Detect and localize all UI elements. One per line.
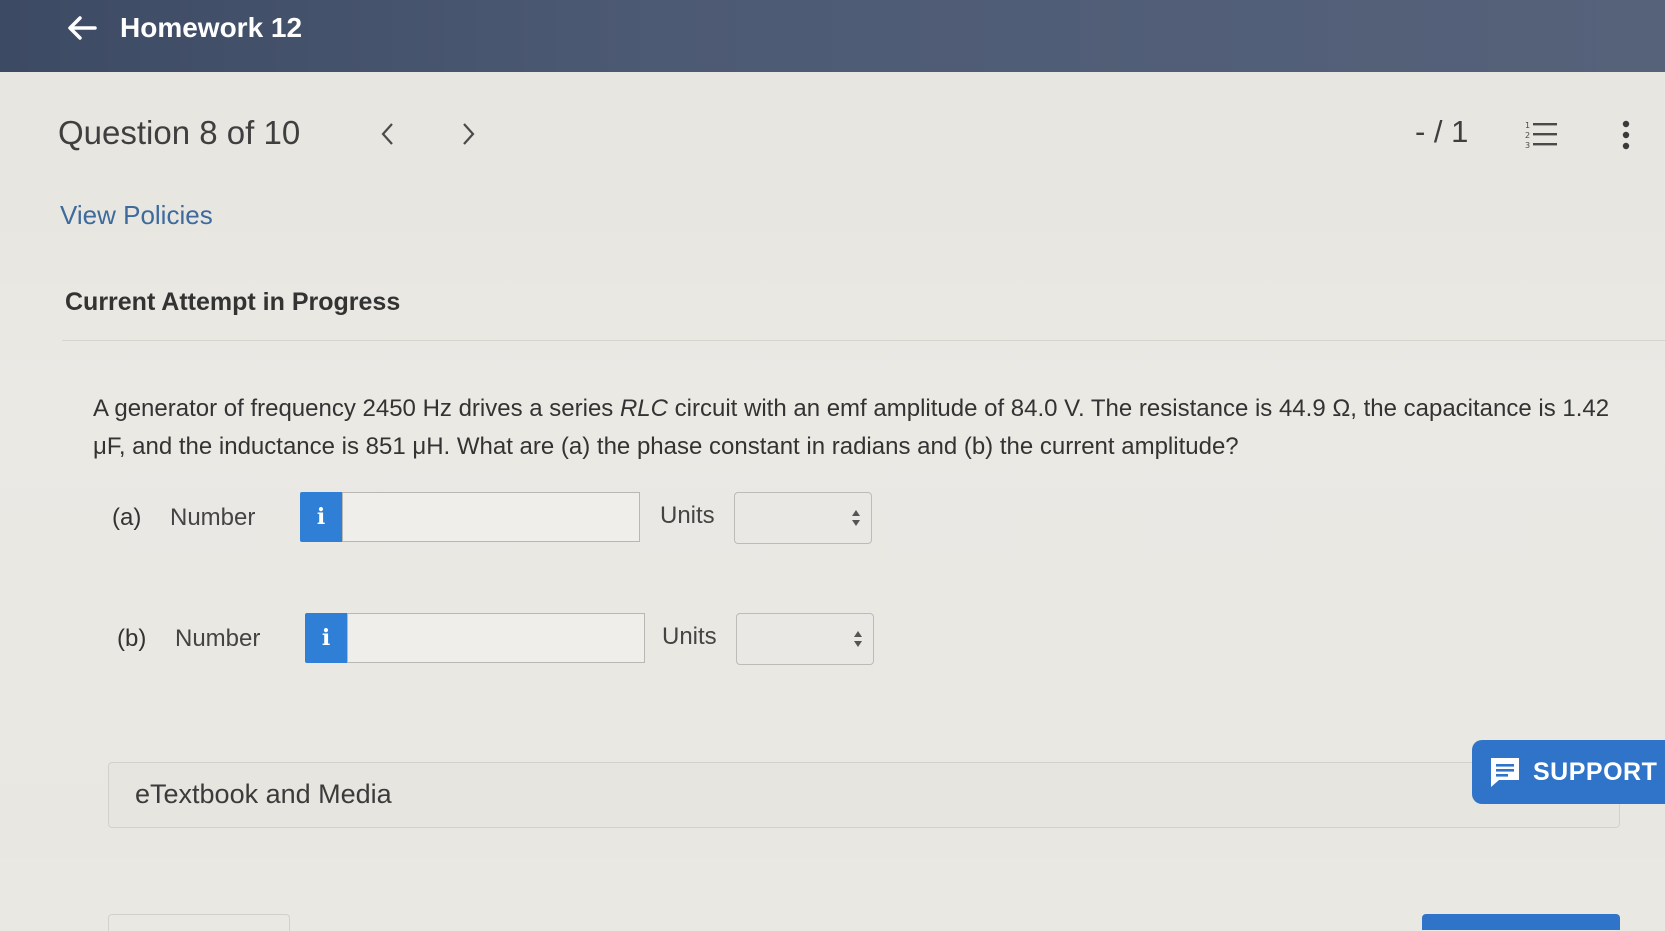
units-select-a[interactable] [734,492,872,544]
assignment-title: Homework 12 [120,12,303,43]
answer-row-a: (a) Number i Units [0,492,1665,544]
bottom-tab[interactable] [108,914,290,931]
view-policies-link[interactable]: View Policies [60,200,213,231]
more-options-button[interactable] [1606,112,1646,158]
back-button[interactable] [58,8,106,48]
answer-row-b: (b) Number i Units [0,613,1665,665]
sort-arrows-icon [854,631,862,647]
info-icon: i [316,504,326,530]
question-text: A generator of frequency 2450 Hz drives … [93,390,1633,466]
info-button[interactable]: i [300,492,342,542]
svg-text:1: 1 [1525,121,1530,130]
previous-question-button[interactable] [368,114,408,154]
attempt-heading: Current Attempt in Progress [65,288,401,316]
svg-text:3: 3 [1525,141,1530,150]
sort-arrows-icon [852,510,860,526]
question-header: Question 8 of 10 - / 1 1 2 3 [0,72,1665,196]
etextbook-panel[interactable]: eTextbook and Media [108,762,1620,828]
arrow-left-icon [68,16,97,40]
units-label: Units [660,502,715,529]
support-label: SUPPORT [1533,757,1658,786]
chat-bubble-icon [1491,758,1519,787]
number-input-a[interactable] [342,492,640,542]
svg-text:2: 2 [1525,131,1530,140]
numbered-list-icon: 1 2 3 [1525,121,1557,150]
part-letter: (a) [112,504,142,531]
number-label: Number [170,504,256,531]
divider [62,340,1665,341]
question-text-italic: RLC [619,395,668,422]
part-letter: (b) [117,625,147,652]
units-label: Units [662,623,717,650]
chevron-right-icon [463,123,475,145]
info-icon: i [321,625,331,651]
question-text-part-1: A generator of frequency 2450 Hz drives … [93,395,620,422]
top-bar: Homework 12 [0,0,1665,72]
etextbook-label: eTextbook and Media [135,779,392,809]
next-question-button[interactable] [448,114,488,154]
number-label: Number [175,625,261,652]
question-counter: Question 8 of 10 [58,114,301,151]
units-select-b[interactable] [736,613,874,665]
number-input-b[interactable] [347,613,645,663]
info-button[interactable]: i [305,613,347,663]
chevron-left-icon [381,123,393,145]
support-button[interactable]: SUPPORT [1472,740,1665,804]
bottom-action-button[interactable] [1422,914,1620,930]
more-vertical-icon [1622,120,1630,150]
question-list-button[interactable]: 1 2 3 [1518,112,1564,158]
score-display: - / 1 [1415,114,1469,149]
main-content: Question 8 of 10 - / 1 1 2 3 View Polici… [0,72,1665,931]
